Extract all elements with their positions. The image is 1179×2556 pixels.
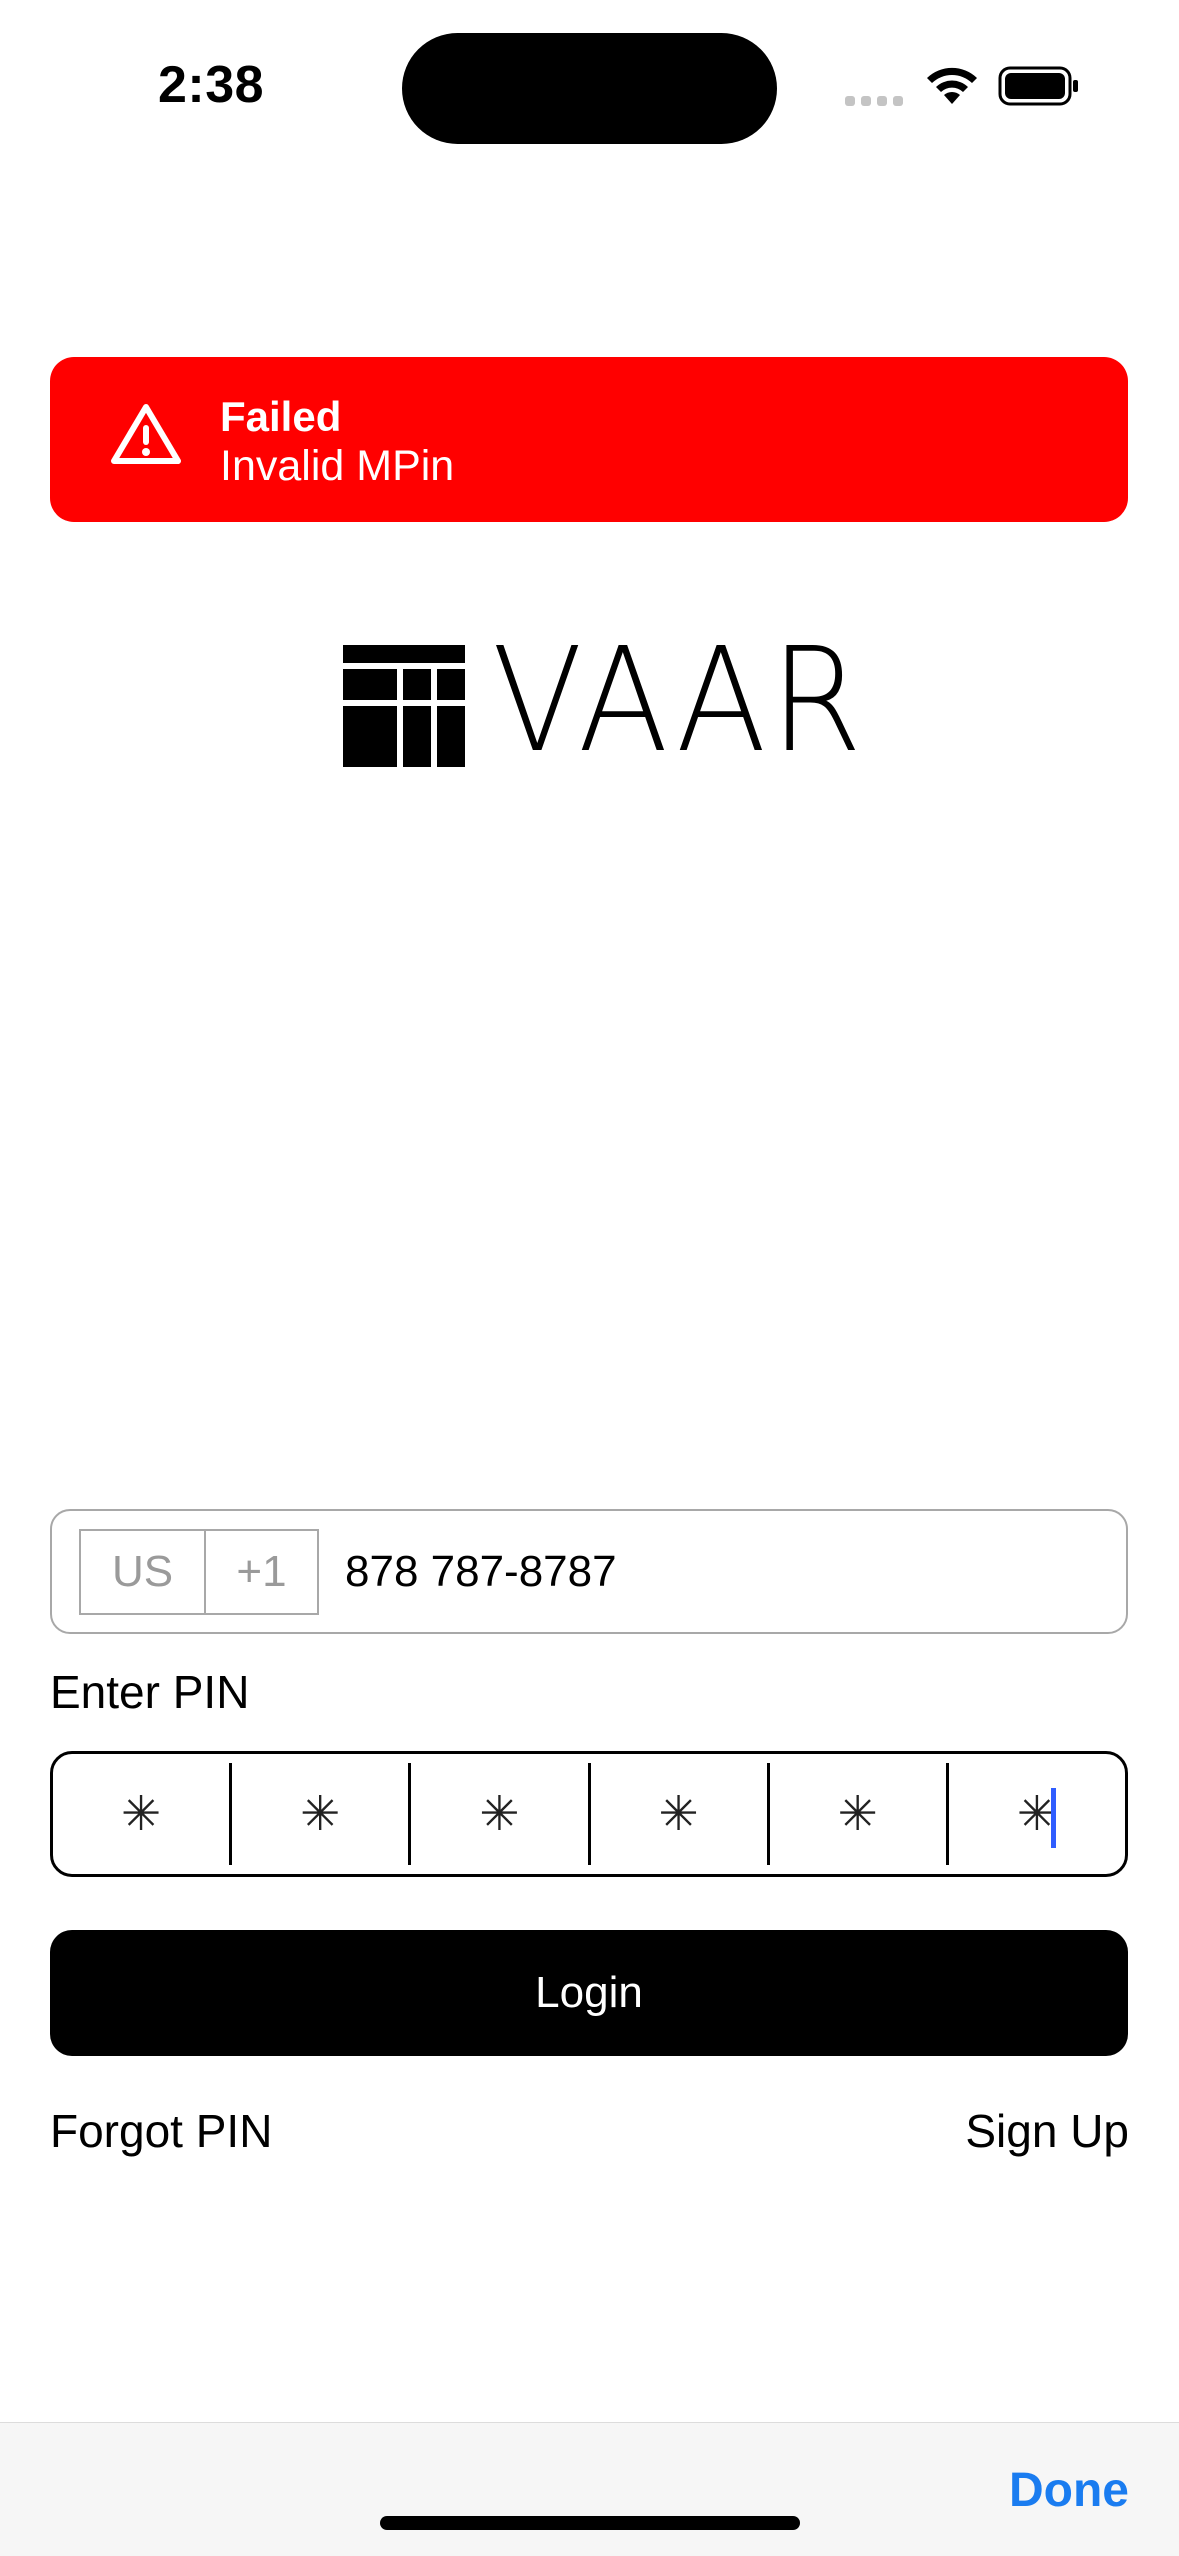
forgot-pin-link[interactable]: Forgot PIN	[50, 2104, 272, 2158]
phone-number-field[interactable]: US +1 878 787-8787	[50, 1509, 1128, 1634]
login-screen: 2:38 Failed Invalid MPin VAAR US +1 878 …	[0, 0, 1179, 2556]
keyboard-accessory-bar: Done	[0, 2422, 1179, 2556]
text-cursor	[1050, 1788, 1056, 1848]
cellular-signal-icon	[845, 96, 903, 106]
pin-digit-2[interactable]: ✳	[232, 1754, 408, 1874]
pin-digit-1[interactable]: ✳	[53, 1754, 229, 1874]
vaar-logo-icon	[343, 645, 465, 767]
warning-triangle-icon	[111, 404, 181, 464]
done-button[interactable]: Done	[1009, 2463, 1129, 2518]
phone-number-input[interactable]: 878 787-8787	[345, 1547, 617, 1597]
dynamic-island	[402, 33, 777, 144]
banner-title: Failed	[220, 393, 342, 440]
pin-digit-5[interactable]: ✳	[770, 1754, 946, 1874]
error-banner: Failed Invalid MPin	[50, 357, 1128, 522]
pin-digit-4[interactable]: ✳	[591, 1754, 767, 1874]
banner-message: Invalid MPin	[220, 442, 455, 490]
battery-icon	[998, 66, 1078, 106]
wifi-icon	[927, 67, 977, 104]
sign-up-link[interactable]: Sign Up	[965, 2104, 1129, 2158]
pin-digit-3[interactable]: ✳	[411, 1754, 587, 1874]
logo-text: VAAR	[492, 616, 866, 784]
status-time: 2:38	[158, 56, 265, 114]
pin-label: Enter PIN	[50, 1666, 250, 1718]
login-button[interactable]: Login	[50, 1930, 1128, 2056]
country-selector[interactable]: US	[79, 1529, 206, 1615]
home-indicator[interactable]	[380, 2516, 800, 2530]
pin-digit-6-wrapper[interactable]: ✳	[949, 1754, 1125, 1874]
pin-input[interactable]: ✳ ✳ ✳ ✳ ✳ ✳	[50, 1751, 1128, 1877]
dial-code[interactable]: +1	[204, 1529, 319, 1615]
